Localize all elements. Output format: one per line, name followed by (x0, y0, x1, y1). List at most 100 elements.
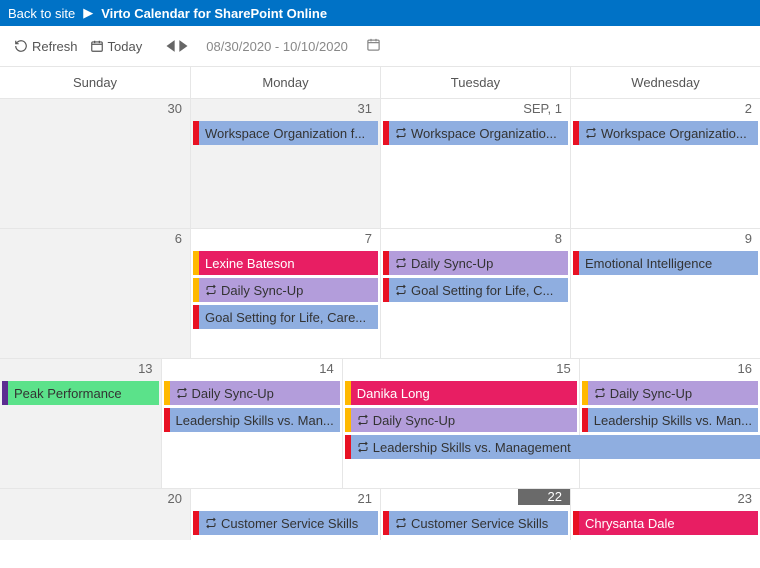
calendar-week: 20 21 Customer Service Skills 22 Custome… (0, 488, 760, 540)
event-body: Daily Sync-Up (170, 381, 340, 405)
calendar-day-cell[interactable]: 2 Workspace Organizatio... (570, 98, 760, 228)
calendar-event[interactable]: Lexine Bateson (193, 251, 378, 275)
calendar-event[interactable]: Workspace Organizatio... (383, 121, 568, 145)
event-body: Goal Setting for Life, Care... (199, 305, 378, 329)
event-label: Daily Sync-Up (221, 283, 303, 298)
events-container: Emotional Intelligence (571, 251, 760, 279)
refresh-label: Refresh (32, 39, 78, 54)
calendar-day-cell[interactable]: 16 Daily Sync-Up Leadership Skills vs. M… (579, 358, 760, 488)
event-label: Daily Sync-Up (610, 386, 692, 401)
event-body: Daily Sync-Up (199, 278, 378, 302)
events-container (0, 121, 190, 125)
event-label: Emotional Intelligence (585, 256, 712, 271)
event-label: Customer Service Skills (221, 516, 358, 531)
calendar-event[interactable]: Leadership Skills vs. Management (345, 435, 760, 459)
event-label: Daily Sync-Up (373, 413, 455, 428)
calendar-event[interactable]: Daily Sync-Up (582, 381, 758, 405)
next-arrow-icon[interactable] (178, 39, 190, 53)
calendar-week: 6 7 Lexine Bateson Daily Sync-Up Goal Se… (0, 228, 760, 358)
calendar-event[interactable]: Daily Sync-Up (164, 381, 340, 405)
events-container: Daily Sync-Up Leadership Skills vs. Man.… (162, 381, 342, 436)
event-label: Workspace Organizatio... (601, 126, 747, 141)
event-body: Customer Service Skills (199, 511, 378, 535)
refresh-icon (14, 39, 28, 53)
calendar-event[interactable]: Peak Performance (2, 381, 159, 405)
toolbar: Refresh Today 08/30/2020 - 10/10/2020 (0, 26, 760, 66)
calendar-event[interactable]: Leadership Skills vs. Man... (164, 408, 340, 432)
calendar-day-cell[interactable]: 22 Customer Service Skills (380, 488, 570, 540)
refresh-button[interactable]: Refresh (14, 39, 78, 54)
calendar-event[interactable]: Leadership Skills vs. Man... (582, 408, 758, 432)
calendar-day-cell[interactable]: 14 Daily Sync-Up Leadership Skills vs. M… (161, 358, 342, 488)
events-container: Peak Performance (0, 381, 161, 409)
app-title: Virto Calendar for SharePoint Online (101, 6, 327, 21)
day-headers-row: SundayMondayTuesdayWednesday (0, 66, 760, 98)
calendar-event[interactable]: Daily Sync-Up (193, 278, 378, 302)
event-label: Workspace Organizatio... (411, 126, 557, 141)
calendar-event[interactable]: Daily Sync-Up (345, 408, 577, 432)
day-number: 31 (358, 101, 372, 116)
day-number: 23 (738, 491, 752, 506)
chevron-right-icon: ▶ (83, 5, 93, 21)
events-container: Daily Sync-Up Goal Setting for Life, C..… (381, 251, 570, 306)
date-picker-button[interactable] (366, 37, 381, 55)
top-bar: Back to site ▶ Virto Calendar for ShareP… (0, 0, 760, 26)
calendar-day-cell[interactable]: 31 Workspace Organization f... (190, 98, 380, 228)
calendar-day-cell[interactable]: 15 Danika Long Daily Sync-Up Leadership … (342, 358, 579, 488)
calendar-day-cell[interactable]: SEP, 1 Workspace Organizatio... (380, 98, 570, 228)
calendar-grid: SundayMondayTuesdayWednesday 30 31 Works… (0, 66, 760, 540)
back-to-site-link[interactable]: Back to site (8, 6, 75, 21)
calendar-day-cell[interactable]: 13 Peak Performance (0, 358, 161, 488)
day-number: 13 (138, 361, 152, 376)
calendar-day-cell[interactable]: 20 (0, 488, 190, 540)
event-label: Lexine Bateson (205, 256, 295, 271)
events-container: Customer Service Skills (381, 511, 570, 539)
calendar-event[interactable]: Chrysanta Dale (573, 511, 758, 535)
calendar-day-cell[interactable]: 7 Lexine Bateson Daily Sync-Up Goal Sett… (190, 228, 380, 358)
event-body: Customer Service Skills (389, 511, 568, 535)
calendar-event[interactable]: Emotional Intelligence (573, 251, 758, 275)
prev-arrow-icon[interactable] (164, 39, 176, 53)
calendar-day-cell[interactable]: 30 (0, 98, 190, 228)
calendar-week: 13 Peak Performance 14 Daily Sync-Up Lea… (0, 358, 760, 488)
day-header: Monday (190, 67, 380, 98)
day-number: 30 (168, 101, 182, 116)
event-body: Peak Performance (8, 381, 159, 405)
events-container: Danika Long Daily Sync-Up Leadership Ski… (343, 381, 579, 463)
today-label: Today (108, 39, 143, 54)
events-container: Chrysanta Dale (571, 511, 760, 539)
events-container: Workspace Organizatio... (571, 121, 760, 149)
calendar-event[interactable]: Goal Setting for Life, Care... (193, 305, 378, 329)
event-label: Leadership Skills vs. Man... (176, 413, 334, 428)
event-body: Leadership Skills vs. Management (351, 435, 760, 459)
day-number: 16 (738, 361, 752, 376)
calendar-event[interactable]: Danika Long (345, 381, 577, 405)
calendar-event[interactable]: Daily Sync-Up (383, 251, 568, 275)
events-container: Workspace Organization f... (191, 121, 380, 149)
day-number: 9 (745, 231, 752, 246)
calendar-day-cell[interactable]: 21 Customer Service Skills (190, 488, 380, 540)
event-label: Chrysanta Dale (585, 516, 675, 531)
calendar-week: 30 31 Workspace Organization f... SEP, 1… (0, 98, 760, 228)
today-button[interactable]: Today (90, 39, 143, 54)
event-body: Emotional Intelligence (579, 251, 758, 275)
day-number: 7 (365, 231, 372, 246)
calendar-day-cell[interactable]: 23 Chrysanta Dale (570, 488, 760, 540)
event-label: Goal Setting for Life, Care... (205, 310, 366, 325)
calendar-event[interactable]: Customer Service Skills (193, 511, 378, 535)
events-container (0, 251, 190, 255)
day-number: 15 (556, 361, 570, 376)
calendar-event[interactable]: Customer Service Skills (383, 511, 568, 535)
calendar-event[interactable]: Workspace Organization f... (193, 121, 378, 145)
day-number: SEP, 1 (523, 101, 562, 116)
event-label: Daily Sync-Up (411, 256, 493, 271)
calendar-day-cell[interactable]: 9 Emotional Intelligence (570, 228, 760, 358)
calendar-event[interactable]: Goal Setting for Life, C... (383, 278, 568, 302)
calendar-day-cell[interactable]: 6 (0, 228, 190, 358)
event-label: Workspace Organization f... (205, 126, 365, 141)
event-body: Workspace Organizatio... (579, 121, 758, 145)
calendar-day-cell[interactable]: 8 Daily Sync-Up Goal Setting for Life, C… (380, 228, 570, 358)
calendar-event[interactable]: Workspace Organizatio... (573, 121, 758, 145)
event-body: Goal Setting for Life, C... (389, 278, 568, 302)
events-container: Workspace Organizatio... (381, 121, 570, 149)
